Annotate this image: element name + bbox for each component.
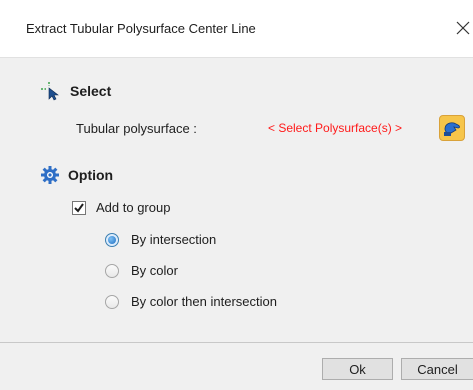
radio-label: By intersection [131, 232, 217, 247]
select-section-header: Select [40, 80, 111, 102]
radio-button[interactable] [105, 263, 119, 278]
title-bar[interactable]: Extract Tubular Polysurface Center Line [0, 0, 473, 58]
option-section-header: Option [40, 164, 113, 186]
footer-divider [0, 342, 473, 343]
hand-pick-icon [444, 122, 460, 136]
select-heading: Select [70, 83, 112, 99]
add-to-group-option[interactable]: Add to group [72, 200, 170, 215]
radio-by-intersection[interactable]: By intersection [105, 232, 216, 247]
radio-dot [108, 235, 116, 244]
cancel-button[interactable]: Cancel [401, 358, 473, 380]
pick-polysurface-button[interactable] [439, 115, 465, 141]
tubular-polysurface-label: Tubular polysurface : [76, 121, 197, 136]
select-polysurface-prompt[interactable]: < Select Polysurface(s) > [268, 121, 402, 135]
radio-label: By color then intersection [131, 294, 277, 309]
close-icon[interactable] [455, 20, 471, 36]
dialog-window: Extract Tubular Polysurface Center Line … [0, 0, 473, 390]
add-to-group-label: Add to group [96, 200, 171, 215]
radio-by-color-then-intersection[interactable]: By color then intersection [105, 294, 277, 309]
select-cursor-icon [41, 82, 59, 101]
option-heading: Option [68, 167, 114, 183]
check-icon [74, 202, 84, 213]
radio-by-color[interactable]: By color [105, 263, 178, 278]
add-to-group-checkbox[interactable] [72, 200, 86, 215]
radio-label: By color [131, 263, 178, 278]
gear-icon [41, 166, 59, 184]
ok-button[interactable]: Ok [322, 358, 393, 380]
radio-button[interactable] [105, 232, 119, 247]
dialog-title: Extract Tubular Polysurface Center Line [26, 21, 256, 36]
radio-button[interactable] [105, 294, 119, 309]
